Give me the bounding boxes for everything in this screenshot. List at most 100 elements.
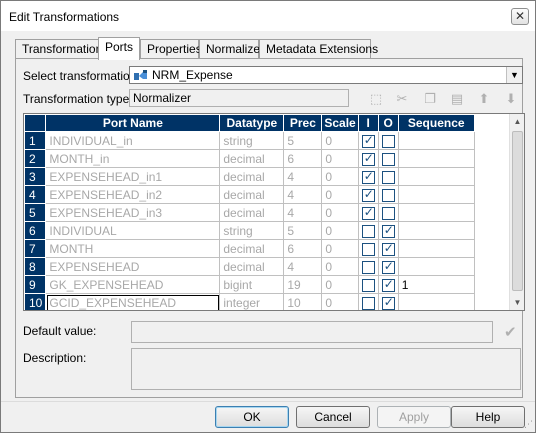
sequence-cell[interactable] [397,131,475,150]
output-port-checkbox[interactable] [381,152,395,166]
prec-cell[interactable]: 19 [283,275,323,294]
validate-check-icon[interactable]: ✔ [504,323,517,341]
scale-cell[interactable]: 0 [321,257,359,276]
sequence-cell[interactable] [397,293,475,310]
prec-cell[interactable]: 6 [283,149,323,168]
select-transformation-dropdown[interactable]: NRM_Expense ▼ [129,66,523,84]
input-port-checkbox[interactable] [361,133,375,148]
scale-cell[interactable]: 0 [321,275,359,294]
datatype-cell[interactable]: bigint [219,275,285,294]
datatype-cell[interactable]: decimal [219,257,285,276]
column-header-output[interactable]: O [377,114,399,132]
scale-cell[interactable]: 0 [321,131,359,150]
column-header-port-name[interactable]: Port Name [45,114,221,132]
tab-transformation[interactable]: Transformation [15,39,102,59]
table-row[interactable]: 6 INDIVIDUAL string 5 0 [24,221,475,240]
port-name-cell[interactable]: MONTH_in [45,149,221,168]
prec-cell[interactable]: 10 [283,293,323,310]
grid-vertical-scrollbar[interactable]: ▲ ▼ [509,114,524,310]
scroll-up-icon[interactable]: ▲ [510,114,524,129]
port-name-cell[interactable]: EXPENSEHEAD_in1 [45,167,221,186]
column-header-input[interactable]: I [357,114,379,132]
output-port-checkbox[interactable] [381,277,395,292]
datatype-cell[interactable]: decimal [219,203,285,222]
input-port-checkbox[interactable] [361,224,375,238]
input-port-checkbox[interactable] [361,242,375,256]
prec-cell[interactable]: 4 [283,185,323,204]
sequence-cell[interactable] [397,149,475,168]
tab-properties[interactable]: Properties [140,39,202,59]
prec-cell[interactable]: 6 [283,239,323,258]
port-name-cell[interactable]: EXPENSEHEAD_in2 [45,185,221,204]
output-port-checkbox[interactable] [381,188,395,202]
cancel-button[interactable]: Cancel [296,406,370,428]
datatype-cell[interactable]: decimal [219,185,285,204]
output-port-checkbox[interactable] [381,206,395,220]
sequence-cell[interactable]: 1 [397,275,475,294]
prec-cell[interactable]: 4 [283,257,323,276]
input-port-checkbox[interactable] [361,205,375,220]
tab-metadata-extensions[interactable]: Metadata Extensions [259,39,378,59]
paste-icon[interactable]: ▤ [448,90,466,108]
port-name-cell[interactable]: MONTH [45,239,221,258]
move-up-icon[interactable]: ⬆ [475,90,493,108]
table-row[interactable]: 2 MONTH_in decimal 6 0 [24,149,475,168]
input-port-checkbox[interactable] [361,260,375,274]
description-field[interactable] [131,348,521,390]
column-header-scale[interactable]: Scale [321,114,359,132]
datatype-cell[interactable]: string [219,221,285,240]
sequence-cell[interactable] [397,167,475,186]
scale-cell[interactable]: 0 [321,167,359,186]
port-name-cell[interactable]: INDIVIDUAL [45,221,221,240]
help-button[interactable]: Help [451,406,525,428]
sequence-cell[interactable] [397,185,475,204]
ok-button[interactable]: OK [215,406,289,428]
datatype-cell[interactable]: decimal [219,167,285,186]
port-name-cell[interactable]: EXPENSEHEAD_in3 [45,203,221,222]
sequence-cell[interactable] [397,257,475,276]
port-name-cell[interactable]: GCID_EXPENSEHEAD [45,293,221,310]
copy-icon[interactable]: ❐ [421,90,439,108]
input-port-checkbox[interactable] [361,169,375,184]
datatype-cell[interactable]: integer [219,293,285,310]
scale-cell[interactable]: 0 [321,149,359,168]
column-header-datatype[interactable]: Datatype [219,114,285,132]
tab-ports[interactable]: Ports [98,37,140,60]
scale-cell[interactable]: 0 [321,221,359,240]
input-port-checkbox[interactable] [361,296,375,310]
chevron-down-icon[interactable]: ▼ [506,67,522,83]
port-name-cell[interactable]: GK_EXPENSEHEAD [45,275,221,294]
table-row[interactable]: 8 EXPENSEHEAD decimal 4 0 [24,257,475,276]
tab-normalizer[interactable]: Normalizer [199,39,264,59]
input-port-checkbox[interactable] [361,151,375,166]
table-row[interactable]: 10 GCID_EXPENSEHEAD integer 10 0 [24,293,475,310]
default-value-field[interactable] [131,321,493,343]
cut-icon[interactable]: ✂ [393,90,411,108]
column-header-sequence[interactable]: Sequence [397,114,475,132]
datatype-cell[interactable]: decimal [219,149,285,168]
port-name-cell[interactable]: INDIVIDUAL_in [45,131,221,150]
close-button[interactable]: ✕ [511,8,529,25]
input-port-checkbox[interactable] [361,278,375,292]
sequence-cell[interactable] [397,221,475,240]
resize-grip-icon[interactable]: ⋰ [524,419,533,430]
move-down-icon[interactable]: ⬇ [502,90,520,108]
output-port-checkbox[interactable] [381,223,395,238]
scrollbar-thumb[interactable] [512,131,523,291]
scale-cell[interactable]: 0 [321,185,359,204]
output-port-checkbox[interactable] [381,134,395,148]
column-header-prec[interactable]: Prec [283,114,323,132]
datatype-cell[interactable]: decimal [219,239,285,258]
table-row[interactable]: 1 INDIVIDUAL_in string 5 0 [24,131,475,150]
prec-cell[interactable]: 4 [283,203,323,222]
output-port-checkbox[interactable] [381,241,395,256]
apply-button[interactable]: Apply [377,406,451,428]
scale-cell[interactable]: 0 [321,293,359,310]
table-row[interactable]: 3 EXPENSEHEAD_in1 decimal 4 0 [24,167,475,186]
port-name-cell[interactable]: EXPENSEHEAD [45,257,221,276]
table-row[interactable]: 9GK_EXPENSEHEADbigint190 1 [24,275,475,294]
output-port-checkbox[interactable] [381,295,395,310]
output-port-checkbox[interactable] [381,259,395,274]
scroll-down-icon[interactable]: ▼ [510,295,524,310]
scale-cell[interactable]: 0 [321,203,359,222]
